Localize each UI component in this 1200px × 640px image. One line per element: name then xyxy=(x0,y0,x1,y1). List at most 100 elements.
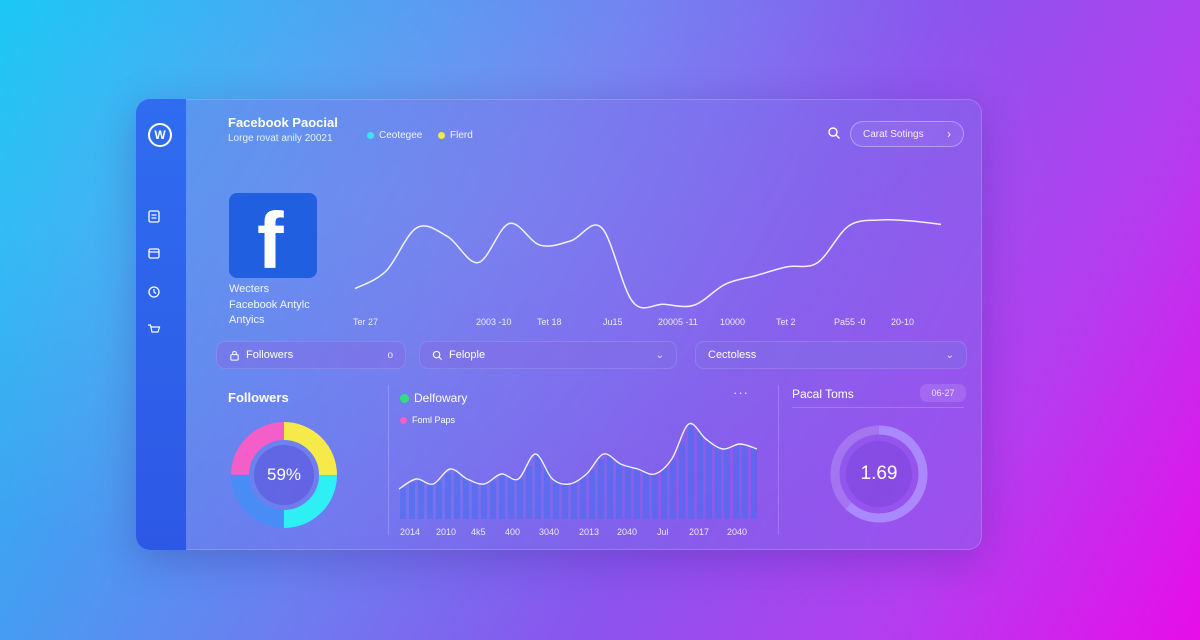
search-icon[interactable] xyxy=(827,126,841,140)
cart-icon[interactable] xyxy=(147,322,161,336)
chart-bar xyxy=(481,483,487,519)
calendar-icon[interactable] xyxy=(147,246,161,260)
legend-dot xyxy=(367,132,374,139)
chart-bar xyxy=(706,439,712,519)
chart-bar xyxy=(715,444,721,519)
brand-line-3: Antyics xyxy=(229,314,265,326)
chart-bar xyxy=(427,482,433,519)
chart-bar xyxy=(607,456,613,519)
facebook-f-icon: f xyxy=(257,196,284,279)
bar-chart-x-tick: 2040 xyxy=(727,527,748,537)
main-chart-x-tick: Tet 18 xyxy=(537,317,562,327)
people-filter[interactable]: Felople ⌄ xyxy=(419,341,677,369)
main-chart-x-tick: 20005 -11 xyxy=(658,317,698,327)
chart-bar xyxy=(436,480,442,519)
chart-bar xyxy=(472,480,478,519)
people-filter-label: Felople xyxy=(449,349,486,361)
chart-bar xyxy=(409,482,415,519)
bar-chart-x-tick: 3040 xyxy=(539,527,560,537)
user-lock-icon xyxy=(229,350,240,361)
chart-bar xyxy=(589,469,595,519)
chart-bar xyxy=(580,477,586,519)
settings-label: Carat Sotings xyxy=(863,128,924,140)
search-icon xyxy=(432,350,443,361)
settings-button[interactable]: Carat Sotings › xyxy=(850,121,964,147)
card-divider xyxy=(778,385,779,535)
chart-bar xyxy=(445,472,451,519)
legend-item-categories: Ceotegee xyxy=(367,130,422,141)
bar-chart-x-tick: 4k5 xyxy=(471,527,486,537)
chart-bar xyxy=(571,482,577,519)
followers-filter-label: Followers xyxy=(246,349,294,361)
legend-item-field: Flerd xyxy=(438,130,473,141)
main-series-line xyxy=(354,218,942,309)
legend-label: Ceotegee xyxy=(379,130,423,141)
chart-bar xyxy=(454,471,460,519)
followers-filter[interactable]: Followers o xyxy=(216,341,406,369)
chart-bar xyxy=(661,467,667,519)
chart-bar xyxy=(400,487,406,519)
chart-bar xyxy=(751,447,757,519)
clock-icon[interactable] xyxy=(147,285,161,299)
chart-bar xyxy=(526,466,532,519)
bar-chart-x-tick: 2013 xyxy=(579,527,600,537)
brand-line-2: Facebook Antylc xyxy=(229,299,310,311)
chart-bar xyxy=(742,444,748,519)
chart-bar xyxy=(679,442,685,519)
chart-bar xyxy=(499,474,505,519)
chart-bar xyxy=(418,479,424,519)
main-chart-x-tick: Pa55 -0 xyxy=(834,317,866,327)
chart-bar xyxy=(598,459,604,519)
bar-chart-x-tick: 2010 xyxy=(436,527,457,537)
chart-bar xyxy=(652,473,658,519)
chart-bar xyxy=(562,482,568,519)
brand-line-1: Wecters xyxy=(229,283,270,295)
chart-bar xyxy=(634,468,640,519)
bar-legend-item-1: Delfowary xyxy=(400,391,467,405)
bar-chart-x-tick: 2017 xyxy=(689,527,710,537)
chart-bar xyxy=(508,476,514,519)
chart-bar xyxy=(688,424,694,519)
chart-bar xyxy=(535,454,541,519)
categories-filter-label: Cectoless xyxy=(708,349,757,361)
area-bar-chart xyxy=(398,422,758,519)
bar-chart-x-tick: Jul xyxy=(657,527,669,537)
chart-bar xyxy=(670,459,676,519)
bar-chart-x-tick: 2014 xyxy=(400,527,421,537)
chevron-right-icon: › xyxy=(947,127,951,141)
facebook-logo: f xyxy=(229,193,317,278)
main-chart-x-tick: Tet 2 xyxy=(776,317,796,327)
bar-chart-x-tick: 400 xyxy=(505,527,521,537)
categories-filter[interactable]: Cectoless ⌄ xyxy=(695,341,967,369)
chart-bar xyxy=(463,477,469,519)
legend-dot xyxy=(438,132,445,139)
main-line-chart xyxy=(354,218,942,309)
ring-card-title: Pacal Toms xyxy=(792,387,854,401)
followers-filter-indicator: o xyxy=(387,349,393,361)
chart-bar xyxy=(697,432,703,519)
clipboard-icon[interactable] xyxy=(147,209,161,223)
main-chart-x-tick: 2003 -10 xyxy=(476,317,512,327)
chart-bar xyxy=(553,479,559,519)
main-chart-x-tick: Ter 27 xyxy=(353,317,379,327)
followers-card-title: Followers xyxy=(228,390,289,405)
chart-bar xyxy=(616,461,622,519)
dashboard-panel: W Facebook Paocial Lorge rovat anily 200… xyxy=(136,99,982,550)
card-divider xyxy=(388,385,389,535)
more-options-icon[interactable]: ··· xyxy=(733,385,749,400)
chart-bar xyxy=(733,445,739,519)
bar-chart-x-tick: 2040 xyxy=(617,527,638,537)
chart-bar xyxy=(517,478,523,519)
chart-bar xyxy=(724,448,730,519)
chart-bar xyxy=(643,470,649,519)
page-subtitle: Lorge rovat anily 20021 xyxy=(228,133,333,144)
ring-card-divider xyxy=(792,407,964,408)
main-chart-x-tick: 10000 xyxy=(720,317,746,327)
wordpress-logo-icon[interactable]: W xyxy=(148,123,172,147)
chart-bar xyxy=(490,480,496,519)
followers-percent: 59% xyxy=(266,465,302,484)
chevron-down-icon: ⌄ xyxy=(655,349,664,361)
area-series-line xyxy=(398,422,758,490)
legend-dot xyxy=(400,393,409,403)
chart-bar xyxy=(625,465,631,519)
